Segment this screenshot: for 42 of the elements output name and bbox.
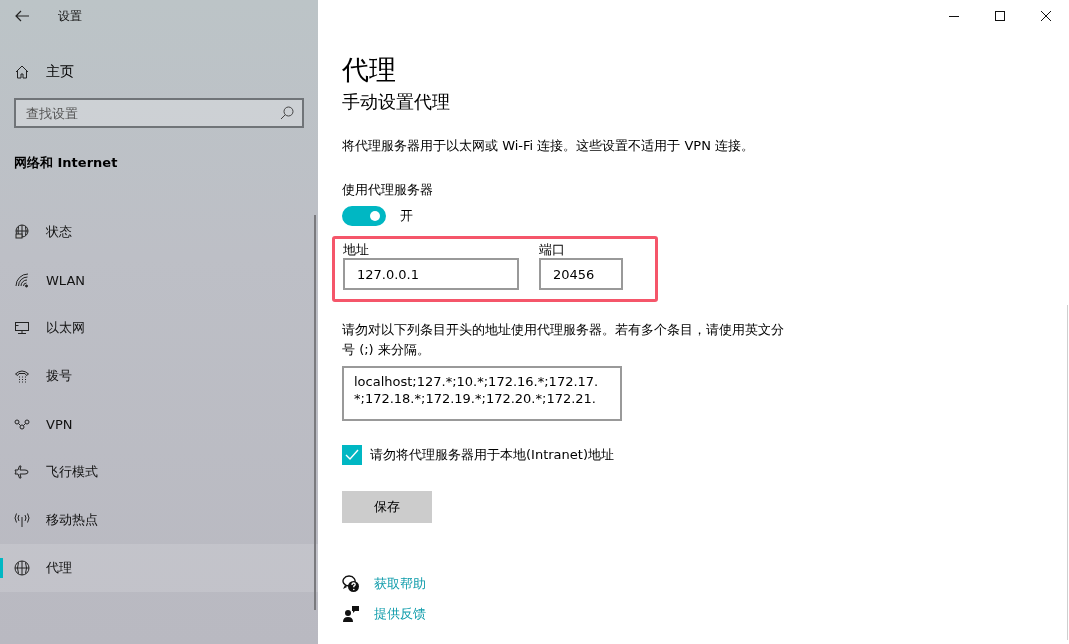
nav-item[interactable]: 以太网 <box>0 304 318 352</box>
search-field[interactable]: 查找设置 <box>14 98 304 128</box>
page-title: 代理 <box>342 53 397 87</box>
vpn-icon <box>14 416 30 432</box>
nav-item[interactable]: 飞行模式 <box>0 448 318 496</box>
nav-item[interactable]: WLAN <box>0 256 318 304</box>
phone-icon <box>14 368 30 384</box>
nav-item[interactable]: 拨号 <box>0 352 318 400</box>
search-icon <box>280 106 294 120</box>
globe-icon <box>14 560 30 576</box>
help-chat-icon <box>342 575 360 593</box>
section-heading: 网络和 Internet <box>14 154 119 172</box>
field-label: 端口 <box>539 242 566 258</box>
wifi-icon <box>14 272 30 288</box>
window-title: 设置 <box>58 7 82 25</box>
close-icon <box>1041 11 1051 21</box>
home-icon <box>14 64 30 80</box>
toggle-switch[interactable] <box>342 206 386 226</box>
exceptions-label: 请勿对以下列条目开头的地址使用代理服务器。若有多个条目，请使用英文分号 (;) 来分隔。 <box>342 321 785 359</box>
address-field[interactable]: 127.0.0.1 <box>343 258 519 290</box>
checkbox[interactable] <box>342 445 362 465</box>
setting-label: 使用代理服务器 <box>342 181 434 199</box>
monitor-icon <box>14 320 30 336</box>
feedback-person-icon <box>342 605 360 623</box>
field-label: 地址 <box>343 242 370 258</box>
home-nav-item[interactable]: 主页 <box>0 54 318 90</box>
checkbox-label: 请勿将代理服务器用于本地(Intranet)地址 <box>370 446 614 464</box>
toggle-state-text: 开 <box>400 207 413 225</box>
description-text: 将代理服务器用于以太网或 Wi-Fi 连接。这些设置不适用于 VPN 连接。 <box>342 137 755 155</box>
airplane-icon <box>14 464 30 480</box>
save-button[interactable]: 保存 <box>342 491 432 523</box>
back-button[interactable] <box>14 8 30 24</box>
antenna-icon <box>14 512 30 528</box>
port-field[interactable]: 20456 <box>539 258 623 290</box>
maximize-icon <box>995 11 1005 21</box>
nav-item[interactable]: VPN <box>0 400 318 448</box>
nav-item[interactable]: 移动热点 <box>0 496 318 544</box>
exceptions-field[interactable]: localhost;127.*;10.*;172.16.*;172.17.*;172.18.*;172.19.*;172.20.*;172.21. <box>342 366 622 421</box>
nav-item[interactable]: 状态 <box>0 208 318 256</box>
page-subtitle: 手动设置代理 <box>342 90 451 114</box>
globe-monitor-icon <box>14 224 30 240</box>
nav-item[interactable]: 代理 <box>0 544 318 592</box>
